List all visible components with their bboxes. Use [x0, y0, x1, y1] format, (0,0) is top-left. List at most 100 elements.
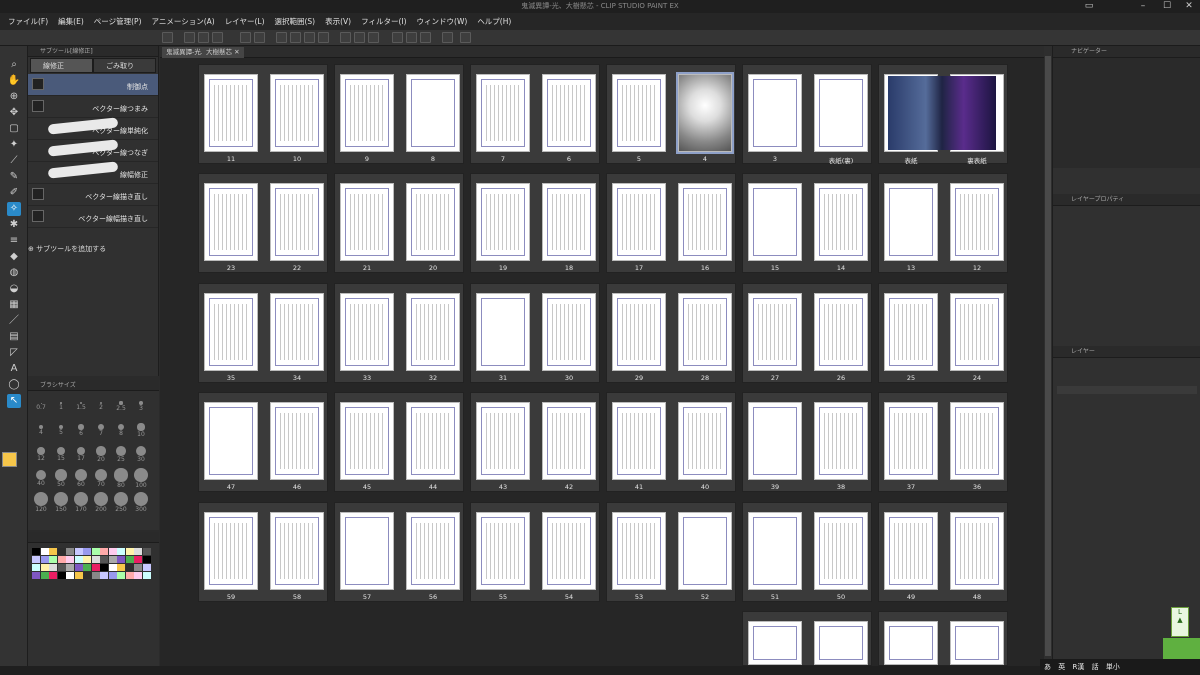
- color-swatch[interactable]: [117, 548, 125, 555]
- page-thumbnail[interactable]: [340, 293, 394, 371]
- color-swatch[interactable]: [100, 548, 108, 555]
- menu-window[interactable]: ウィンドウ(W): [413, 16, 472, 27]
- page-thumbnail[interactable]: [270, 183, 324, 261]
- color-swatch[interactable]: [100, 564, 108, 571]
- brush-size-option[interactable]: 0.7: [32, 396, 50, 411]
- menu-view[interactable]: 表示(V): [321, 16, 355, 27]
- color-swatch[interactable]: [134, 548, 142, 555]
- page-thumbnail[interactable]: [204, 402, 258, 480]
- page-thumbnail[interactable]: [406, 293, 460, 371]
- subtool-item[interactable]: ベクター線つなぎ: [28, 139, 158, 162]
- page-thumbnail[interactable]: [612, 402, 666, 480]
- ime-english[interactable]: 英: [1058, 663, 1065, 671]
- brush-size-option[interactable]: 1: [52, 396, 70, 411]
- fill-bucket-icon[interactable]: ◒: [7, 282, 21, 296]
- color-swatch[interactable]: [142, 548, 151, 555]
- color-swatch[interactable]: [66, 564, 74, 571]
- page-thumbnail[interactable]: [406, 402, 460, 480]
- balloon-icon[interactable]: ◯: [7, 378, 21, 392]
- maximize-icon[interactable]: ☐: [1160, 0, 1174, 13]
- brush-size-option[interactable]: 1.5: [72, 396, 90, 411]
- ime-hiragana[interactable]: あ: [1044, 663, 1051, 671]
- color-swatch[interactable]: [57, 548, 66, 555]
- color-swatch[interactable]: [91, 572, 100, 579]
- color-swatch[interactable]: [57, 556, 66, 563]
- clear-outside-icon[interactable]: [290, 32, 301, 43]
- color-swatch[interactable]: [74, 548, 83, 555]
- color-swatch[interactable]: [117, 572, 125, 579]
- page-thumbnail[interactable]: [612, 183, 666, 261]
- gradient-icon[interactable]: ▦: [7, 298, 21, 312]
- page-thumbnail[interactable]: [406, 183, 460, 261]
- decoration-icon[interactable]: ≡: [7, 234, 21, 248]
- menu-selection[interactable]: 選択範囲(S): [271, 16, 320, 27]
- brush-size-option[interactable]: 2: [92, 396, 110, 411]
- color-swatch[interactable]: [142, 564, 151, 571]
- color-swatch[interactable]: [32, 548, 40, 555]
- brush-size-option[interactable]: 3: [132, 396, 150, 412]
- color-swatch[interactable]: [91, 548, 100, 555]
- page-thumbnail[interactable]: [814, 402, 868, 480]
- color-swatch[interactable]: [49, 564, 57, 571]
- brush-size-option[interactable]: 6: [72, 420, 90, 437]
- clear-icon[interactable]: [276, 32, 287, 43]
- fill-icon[interactable]: [304, 32, 315, 43]
- restore-icon[interactable]: ▭: [1082, 0, 1096, 13]
- snap-ruler-icon[interactable]: [392, 32, 403, 43]
- page-thumbnail[interactable]: [678, 293, 732, 371]
- figure-icon[interactable]: ／: [7, 314, 21, 328]
- ime-mode[interactable]: 単小: [1106, 663, 1120, 671]
- page-thumbnail[interactable]: [476, 74, 530, 152]
- page-thumbnail[interactable]: [950, 512, 1004, 590]
- page-thumbnail[interactable]: [884, 293, 938, 371]
- page-thumbnail[interactable]: [612, 74, 666, 152]
- navigator-preview[interactable]: [1053, 58, 1200, 168]
- page-thumbnail[interactable]: [542, 293, 596, 371]
- brush-size-option[interactable]: 20: [92, 444, 110, 463]
- scroll-thumb[interactable]: [1045, 56, 1051, 656]
- redo-icon[interactable]: [254, 32, 265, 43]
- subtool-item[interactable]: ベクター線描き直し: [28, 184, 158, 206]
- ime-dictionary[interactable]: 話: [1092, 663, 1099, 671]
- page-thumbnail[interactable]: [542, 183, 596, 261]
- page-thumbnail[interactable]: [406, 74, 460, 152]
- color-swatch[interactable]: [91, 556, 100, 563]
- page-thumbnail[interactable]: [204, 183, 258, 261]
- color-swatch[interactable]: [40, 572, 49, 579]
- brush-size-option[interactable]: 4: [32, 420, 50, 436]
- color-swatch[interactable]: [108, 572, 117, 579]
- zoom-icon[interactable]: ⌕: [7, 58, 21, 72]
- page-thumbnail[interactable]: [476, 512, 530, 590]
- color-swatch[interactable]: [125, 572, 134, 579]
- clip-studio-icon[interactable]: [162, 32, 173, 43]
- page-thumbnail[interactable]: [814, 293, 868, 371]
- transform-icon[interactable]: [318, 32, 329, 43]
- pencil-icon[interactable]: ✐: [7, 186, 21, 200]
- brush-size-option[interactable]: 25: [112, 444, 130, 463]
- selection-icon[interactable]: ▢: [7, 122, 21, 136]
- menu-page[interactable]: ページ管理(P): [90, 16, 146, 27]
- vertical-scrollbar[interactable]: [1044, 46, 1052, 666]
- page-thumbnail[interactable]: [814, 512, 868, 590]
- page-thumbnail[interactable]: [884, 512, 938, 590]
- page-thumbnail[interactable]: [340, 512, 394, 590]
- subtool-item[interactable]: 制御点: [28, 74, 158, 96]
- brush-size-option[interactable]: 5: [52, 420, 70, 436]
- frame-border-icon[interactable]: ▤: [7, 330, 21, 344]
- brush-size-option[interactable]: 170: [72, 492, 90, 513]
- color-swatch[interactable]: [40, 548, 49, 555]
- color-swatch[interactable]: [49, 572, 57, 579]
- move-layer-icon[interactable]: ✥: [7, 106, 21, 120]
- menu-animation[interactable]: アニメーション(A): [148, 16, 219, 27]
- page-thumbnail[interactable]: [884, 621, 938, 665]
- page-thumbnail[interactable]: [950, 293, 1004, 371]
- page-thumbnail[interactable]: [748, 293, 802, 371]
- page-thumbnail[interactable]: [204, 512, 258, 590]
- color-swatch[interactable]: [100, 572, 108, 579]
- page-thumbnail[interactable]: [270, 293, 324, 371]
- page-thumbnail[interactable]: [204, 293, 258, 371]
- new-icon[interactable]: [184, 32, 195, 43]
- brush-size-option[interactable]: 150: [52, 492, 70, 513]
- color-swatch[interactable]: [83, 556, 91, 563]
- brush-size-option[interactable]: 7: [92, 420, 110, 437]
